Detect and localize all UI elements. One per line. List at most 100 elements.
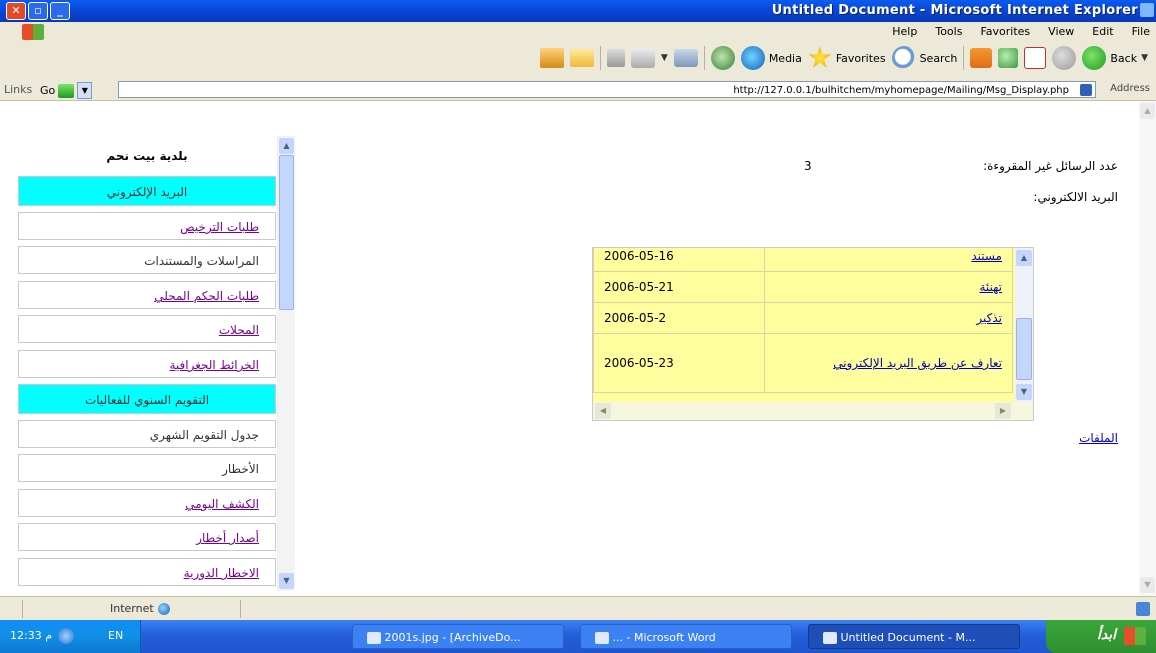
mail-dropdown-icon[interactable]: ▼ <box>661 53 668 63</box>
sidebar-item-email[interactable]: البريد الإلكتروني <box>18 176 276 206</box>
message-date: 2006-05-21 <box>593 271 765 303</box>
table-row: 2006-05-16 مستند <box>593 248 1013 272</box>
taskbar-task[interactable]: ... - Microsoft Word <box>580 624 792 649</box>
unread-label: عدد الرسائل غير المقروءة: <box>983 159 1118 173</box>
security-zone: Internet <box>110 602 170 615</box>
browser-viewport: بلدية بيت نحم البريد الإلكتروني طلبات ال… <box>0 101 1156 596</box>
sidebar-item-local-gov[interactable]: طلبات الحكم المحلي <box>18 281 276 309</box>
close-button[interactable]: ✕ <box>6 2 26 20</box>
menu-view[interactable]: View <box>1048 25 1074 38</box>
scroll-down-icon[interactable]: ▼ <box>1140 577 1155 593</box>
sidebar-item-monthly-calendar[interactable]: جدول التقويم الشهري <box>18 420 276 448</box>
sidebar-item-calendar[interactable]: التقويم السنوي للفعاليات <box>18 384 276 414</box>
window-controls: ✕ ▫ _ <box>6 2 70 20</box>
menu-edit[interactable]: Edit <box>1092 25 1113 38</box>
message-subject-link[interactable]: تذكير <box>764 302 1013 334</box>
word-icon <box>595 632 609 644</box>
taskbar-task[interactable]: 2001s.jpg - [ArchiveDo... <box>352 624 564 649</box>
window-icon <box>367 632 381 644</box>
menu-help[interactable]: Help <box>892 25 917 38</box>
sidebar-item-issue-alert[interactable]: أصدار أخطار <box>18 523 276 551</box>
scroll-up-icon[interactable]: ▲ <box>279 138 294 154</box>
page-scrollbar[interactable]: ▲ ▼ <box>1139 101 1156 596</box>
back-button[interactable]: Back ▼ <box>1082 46 1148 70</box>
message-subject-link[interactable]: مستند <box>764 248 1013 272</box>
minimize-button[interactable]: _ <box>50 2 70 20</box>
network-icon[interactable] <box>58 628 74 644</box>
scroll-down-icon[interactable]: ▼ <box>1016 384 1032 400</box>
sidebar-item-maps[interactable]: الخرائط الجغرافية <box>18 350 276 378</box>
sidebar-item-daily-report[interactable]: الكشف اليومي <box>18 489 276 517</box>
scroll-down-icon[interactable]: ▼ <box>279 573 294 589</box>
message-list-hscrollbar[interactable]: ◀ ▶ <box>593 402 1033 420</box>
mail-button[interactable] <box>673 49 698 67</box>
maximize-button[interactable]: ▫ <box>28 2 48 20</box>
messenger-button[interactable] <box>539 48 564 68</box>
sidebar-item-correspondence[interactable]: المراسلات والمستندات <box>18 246 276 274</box>
table-row: 2006-05-2 تذكير <box>593 302 1013 334</box>
address-label: Address <box>1110 83 1150 94</box>
scroll-left-icon[interactable]: ◀ <box>595 403 611 419</box>
message-table: 2006-05-16 مستند 2006-05-21 تهنئة 2006-0… <box>593 248 1013 393</box>
toolbar-separator <box>703 46 705 70</box>
media-icon <box>740 46 765 70</box>
sidebar-item-licenses[interactable]: طلبات الترخيص <box>18 212 276 240</box>
sidebar-item-periodic-alerts[interactable]: الاخطار الدورية <box>18 558 276 586</box>
address-input[interactable]: http://127.0.0.1/bulhitchem/myhomepage/M… <box>118 81 1096 98</box>
scroll-up-icon[interactable]: ▲ <box>1140 103 1155 119</box>
message-date: 2006-05-16 <box>593 248 765 272</box>
go-button[interactable]: Go ▼ <box>40 82 93 99</box>
status-bar: Internet <box>0 596 1156 621</box>
globe-icon <box>157 602 170 615</box>
message-subject-link[interactable]: تهنئة <box>764 271 1013 303</box>
message-list-scrollbar[interactable]: ▲ ▼ <box>1015 248 1033 402</box>
refresh-button[interactable] <box>998 48 1019 68</box>
sidebar-menu: بلدية بيت نحم البريد الإلكتروني طلبات ال… <box>18 142 278 592</box>
edit-button[interactable] <box>606 49 625 67</box>
start-button[interactable]: ابدأ <box>1046 620 1156 653</box>
go-arrow-icon <box>58 83 75 98</box>
scroll-thumb[interactable] <box>279 155 294 310</box>
taskbar-task-active[interactable]: Untitled Document - M... <box>808 624 1020 649</box>
windows-logo-icon <box>22 24 44 40</box>
sidebar-item-alerts[interactable]: الأخطار <box>18 454 276 482</box>
sidebar-item-shops[interactable]: المحلات <box>18 315 276 343</box>
favorites-star-icon <box>808 46 832 68</box>
message-date: 2006-05-23 <box>593 333 765 393</box>
home-button[interactable] <box>970 48 993 68</box>
menu-tools[interactable]: Tools <box>935 25 962 38</box>
back-dropdown-icon[interactable]: ▼ <box>1141 53 1148 63</box>
title-bar: ✕ ▫ _ Untitled Document - Microsoft Inte… <box>0 0 1156 22</box>
toolbar: Back ▼ Search Favorites Media ▼ <box>0 42 1156 81</box>
history-button[interactable] <box>710 46 735 70</box>
forward-button[interactable] <box>1052 46 1077 70</box>
files-link[interactable]: الملفات <box>1079 431 1118 445</box>
links-label[interactable]: Links <box>4 83 32 96</box>
status-separator <box>240 600 241 618</box>
menu-file[interactable]: File <box>1132 25 1150 38</box>
menu-favorites[interactable]: Favorites <box>980 25 1030 38</box>
page-done-icon <box>1136 602 1150 616</box>
favorites-button[interactable]: Favorites <box>808 46 886 70</box>
status-separator <box>22 600 23 618</box>
message-subject-link[interactable]: تعارف عن طريق البريد الإلكتروني <box>764 333 1013 393</box>
stop-button[interactable] <box>1024 47 1047 69</box>
scroll-right-icon[interactable]: ▶ <box>995 403 1011 419</box>
language-indicator[interactable]: EN <box>108 629 123 642</box>
main-content: عدد الرسائل غير المقروءة: 3 البريد الالك… <box>300 136 1140 596</box>
back-arrow-icon <box>1082 46 1107 70</box>
scroll-thumb[interactable] <box>1016 318 1032 380</box>
search-button[interactable]: Search <box>891 46 957 70</box>
address-bar: Links Go ▼ http://127.0.0.1/bulhitchem/m… <box>0 80 1156 101</box>
toolbar-separator <box>963 46 965 70</box>
windows-flag-icon <box>1124 627 1146 645</box>
toolbar-separator <box>599 46 601 70</box>
sidebar-scrollbar[interactable]: ▲ ▼ <box>277 136 295 591</box>
scroll-up-icon[interactable]: ▲ <box>1016 250 1032 266</box>
folder-button[interactable] <box>569 49 594 67</box>
media-button[interactable]: Media <box>740 46 802 70</box>
print-button[interactable] <box>630 48 655 68</box>
message-list: 2006-05-16 مستند 2006-05-21 تهنئة 2006-0… <box>592 247 1034 421</box>
address-dropdown-icon[interactable]: ▼ <box>77 82 93 99</box>
clock[interactable]: 12:33 م <box>10 629 52 642</box>
